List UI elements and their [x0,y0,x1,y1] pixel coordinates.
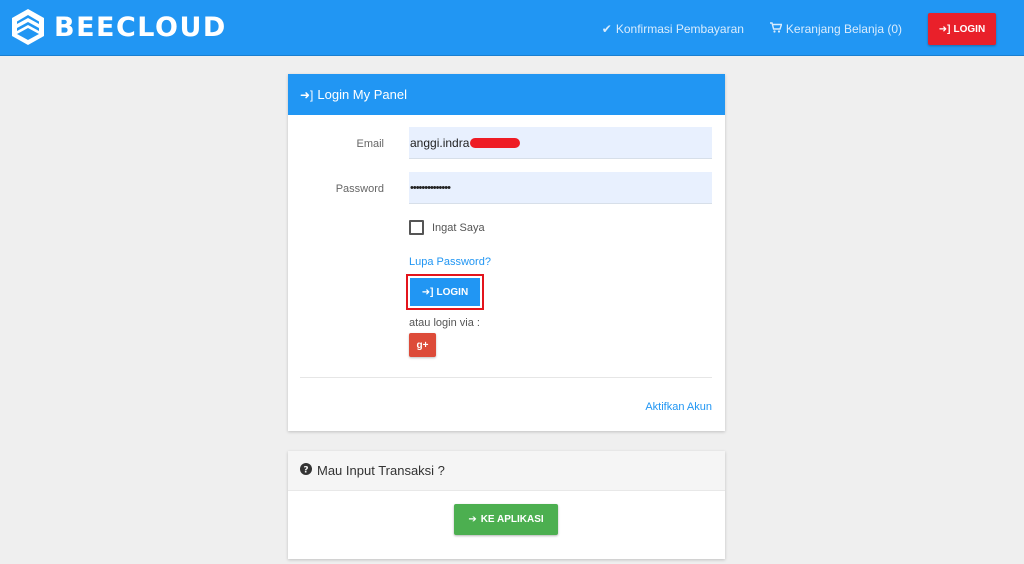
transaction-panel: ? Mau Input Transaksi ? ➔ KE APLIKASI [288,451,725,559]
sign-in-icon: ➜] [938,23,951,35]
login-panel-header: ➜] Login My Panel [288,74,725,115]
top-navbar: BEECLOUD ✔ Konfirmasi Pembayaran Keranja… [0,0,1024,56]
nav-login-label: LOGIN [953,23,986,35]
transaction-panel-title: Mau Input Transaksi ? [317,463,445,478]
divider [300,377,712,378]
to-app-button[interactable]: ➔ KE APLIKASI [454,504,558,535]
google-plus-button[interactable]: g+ [409,333,436,357]
brand-name: BEECLOUD [54,11,227,43]
nav-cart-link[interactable]: Keranjang Belanja (0) [769,13,902,45]
login-panel-title: Login My Panel [317,87,408,102]
nav-confirm-payment-label: Konfirmasi Pembayaran [615,22,744,36]
nav-cart-label: Keranjang Belanja (0) [785,22,902,36]
to-app-label: KE APLIKASI [480,514,544,525]
activate-account-link[interactable]: Aktifkan Akun [645,401,712,413]
password-label: Password [335,183,384,195]
email-value: anggi.indra [410,135,470,150]
nav-login-button[interactable]: ➜] LOGIN [928,13,996,45]
nav-confirm-payment-link[interactable]: ✔ Konfirmasi Pembayaran [602,13,744,45]
redaction-mark [470,137,521,148]
email-label: Email [356,138,384,150]
svg-text:?: ? [303,465,308,475]
transaction-panel-header: ? Mau Input Transaksi ? [288,451,725,491]
google-plus-icon: g+ [416,339,429,351]
remember-checkbox[interactable] [409,220,424,235]
login-panel: ➜] Login My Panel Email anggi.indra Pass… [288,74,725,431]
sign-in-icon: ➜] [421,286,434,298]
login-button-inner: ➜] LOGIN [410,278,480,306]
login-button[interactable]: ➜] LOGIN [406,274,484,310]
login-via-text: atau login via : [409,317,480,329]
brand[interactable]: BEECLOUD [10,8,227,46]
password-value: •••••••••••••• [410,181,451,194]
question-circle-icon: ? [300,463,312,478]
cart-icon [769,22,783,36]
check-icon: ✔ [601,22,612,36]
remember-me[interactable]: Ingat Saya [409,220,485,235]
arrow-right-icon: ➔ [468,514,477,525]
password-field[interactable]: •••••••••••••• [409,172,712,204]
nav-links: ✔ Konfirmasi Pembayaran Keranjang Belanj… [602,13,996,45]
forgot-password-link[interactable]: Lupa Password? [409,256,491,268]
hexagon-logo-icon [12,9,44,45]
login-button-label: LOGIN [436,286,469,298]
sign-in-icon: ➜] [300,87,314,102]
remember-label: Ingat Saya [432,221,485,234]
login-form: Email anggi.indra Password •••••••••••••… [288,115,725,431]
email-field[interactable]: anggi.indra [409,127,712,159]
